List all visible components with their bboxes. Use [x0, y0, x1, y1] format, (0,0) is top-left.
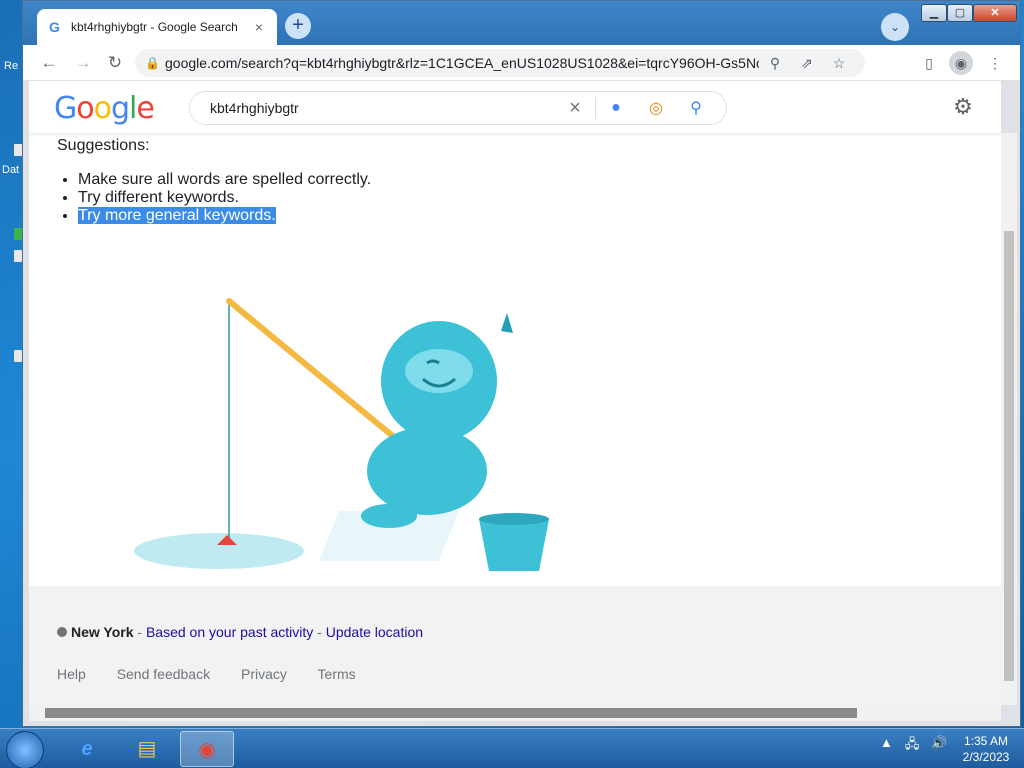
suggestions-label: Suggestions:: [57, 137, 150, 154]
google-favicon-icon: G: [49, 19, 60, 35]
location-line: New York - Based on your past activity -…: [57, 624, 423, 640]
start-button[interactable]: [6, 731, 44, 768]
close-window-button[interactable]: ✕: [973, 4, 1017, 22]
footer-link-feedback[interactable]: Send feedback: [117, 666, 210, 682]
side-panel-icon[interactable]: ▯: [917, 51, 941, 75]
maximize-button[interactable]: ▢: [947, 4, 973, 22]
location-city: New York: [71, 624, 134, 640]
browser-toolbar: ← → ↻ 🔒 google.com/search?q=kbt4rhghiybg…: [23, 45, 1020, 81]
internet-explorer-icon[interactable]: e: [60, 731, 114, 767]
desktop-icon-label[interactable]: Dat: [2, 164, 19, 176]
desktop-strip: Re Dat: [0, 0, 22, 728]
location-separator: -: [313, 624, 326, 640]
tab-close-icon[interactable]: ×: [251, 19, 267, 35]
location-icon[interactable]: ⚲: [759, 55, 791, 72]
location-separator: -: [133, 624, 146, 640]
tab-title: kbt4rhghiybgtr - Google Search: [71, 20, 238, 34]
horizontal-scrollbar[interactable]: [29, 705, 1001, 721]
desktop-icon[interactable]: [14, 144, 22, 156]
suggestions-list: Make sure all words are spelled correctl…: [57, 171, 371, 225]
suggestion-text: Make sure all words are spelled correctl…: [78, 171, 372, 188]
forward-button[interactable]: →: [71, 51, 95, 75]
location-dot-icon: [57, 627, 67, 637]
ice-hole: [134, 533, 304, 569]
tab-search-button[interactable]: ⌄: [881, 13, 909, 41]
horizontal-scroll-thumb[interactable]: [45, 708, 857, 718]
page-content: Google kbt4rhghiybgtr × ● ◎ ⚲ ⚙ Suggesti…: [29, 81, 1001, 705]
desktop-icon[interactable]: [14, 350, 22, 362]
search-query[interactable]: kbt4rhghiybgtr: [210, 100, 555, 116]
list-item: Make sure all words are spelled correctl…: [78, 171, 371, 189]
menu-icon[interactable]: ⋮: [983, 51, 1007, 75]
footer-link-privacy[interactable]: Privacy: [241, 666, 287, 682]
new-tab-button[interactable]: +: [285, 13, 311, 39]
monster-body: [367, 427, 487, 515]
vertical-scrollbar[interactable]: [1001, 133, 1017, 705]
footer-link-help[interactable]: Help: [57, 666, 86, 682]
tab-strip: G kbt4rhghiybgtr - Google Search × + ⌄ ▁…: [23, 1, 1020, 45]
back-button[interactable]: ←: [37, 51, 61, 75]
no-results-suggestions: Suggestions: Make sure all words are spe…: [57, 137, 371, 225]
vertical-scroll-thumb[interactable]: [1004, 231, 1014, 681]
suggestion-text: Try different keywords.: [78, 189, 239, 206]
list-item: Try more general keywords.: [78, 207, 371, 225]
lock-icon[interactable]: 🔒: [145, 56, 165, 70]
volume-icon[interactable]: 🔊: [931, 735, 947, 757]
logo-letter: G: [54, 91, 77, 126]
settings-gear-icon[interactable]: ⚙: [951, 95, 975, 119]
bucket-rim: [479, 513, 549, 525]
tab-google-search[interactable]: G kbt4rhghiybgtr - Google Search ×: [37, 9, 277, 45]
bookmark-star-icon[interactable]: ☆: [823, 55, 855, 72]
suggestion-text-selected: Try more general keywords.: [78, 207, 276, 224]
desktop-icon[interactable]: [14, 228, 22, 240]
fishing-monster-illustration: [134, 298, 549, 571]
logo-letter: g: [110, 91, 130, 126]
footer-links: Help Send feedback Privacy Terms: [57, 666, 383, 682]
share-icon[interactable]: ⇗: [791, 55, 823, 72]
monster-leg: [361, 504, 417, 528]
update-location-link[interactable]: Update location: [326, 624, 423, 640]
footer-link-terms[interactable]: Terms: [318, 666, 356, 682]
bucket: [479, 519, 549, 571]
clock[interactable]: 1:35 AM 2/3/2023: [956, 733, 1016, 765]
tray-expand-icon[interactable]: ▲: [880, 735, 893, 757]
address-bar[interactable]: 🔒 google.com/search?q=kbt4rhghiybgtr&rlz…: [135, 49, 865, 77]
network-icon[interactable]: 🖧: [905, 735, 920, 757]
clock-date: 2/3/2023: [962, 750, 1010, 764]
camera-icon[interactable]: ◎: [636, 98, 676, 118]
desktop-icon-label[interactable]: Re: [4, 60, 18, 72]
logo-letter: e: [136, 91, 154, 126]
reload-button[interactable]: ↻: [103, 51, 127, 75]
minimize-button[interactable]: ▁: [921, 4, 947, 22]
file-explorer-icon[interactable]: ▤: [120, 731, 174, 767]
search-icon[interactable]: ⚲: [676, 98, 716, 118]
chrome-icon[interactable]: ◉: [180, 731, 234, 767]
taskbar: e ▤ ◉ ▲ 🖧 🔊 1:35 AM 2/3/2023: [0, 728, 1024, 768]
url-text[interactable]: google.com/search?q=kbt4rhghiybgtr&rlz=1…: [165, 55, 759, 71]
browser-window: G kbt4rhghiybgtr - Google Search × + ⌄ ▁…: [22, 0, 1021, 727]
google-logo[interactable]: Google: [54, 91, 155, 126]
profile-icon[interactable]: ◉: [949, 51, 973, 75]
logo-letter: o: [93, 91, 112, 126]
monster-horn: [501, 313, 513, 333]
clear-icon[interactable]: ×: [555, 97, 595, 120]
clock-time: 1:35 AM: [963, 734, 1009, 748]
microphone-icon[interactable]: ●: [596, 99, 636, 117]
list-item: Try different keywords.: [78, 189, 371, 207]
desktop-icon[interactable]: [14, 250, 22, 262]
logo-letter: o: [76, 91, 94, 126]
system-tray: ▲ 🖧 🔊: [880, 735, 948, 757]
based-on-activity-link[interactable]: Based on your past activity: [146, 624, 313, 640]
page-footer: New York - Based on your past activity -…: [29, 586, 1001, 705]
search-header: Google kbt4rhghiybgtr × ● ◎ ⚲ ⚙: [29, 81, 1001, 133]
search-input[interactable]: kbt4rhghiybgtr × ● ◎ ⚲: [189, 91, 727, 125]
